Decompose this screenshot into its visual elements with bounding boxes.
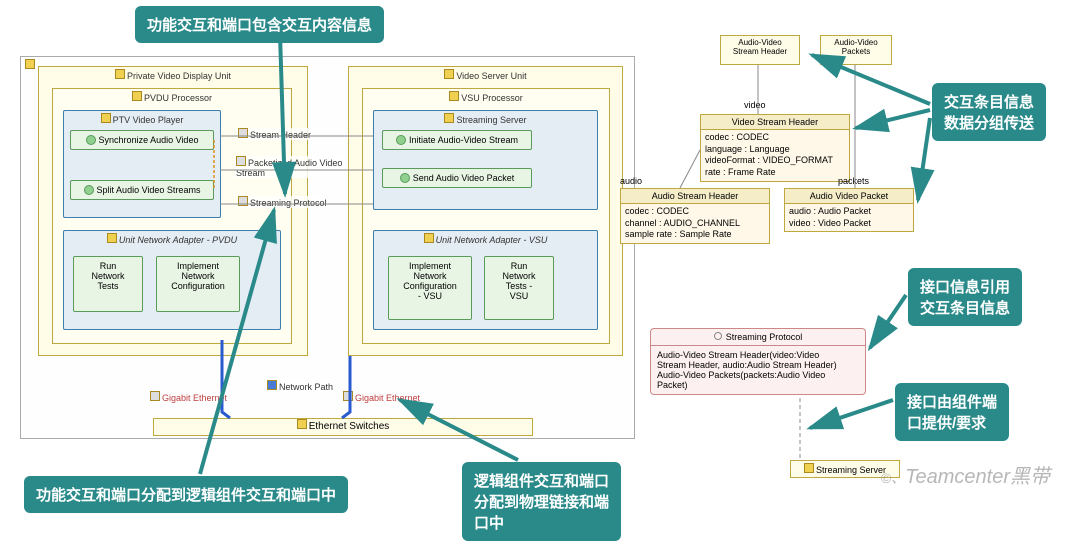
av-packets-block: Audio-Video Packets: [820, 35, 892, 65]
callout-interaction-data: 交互条目信息 数据分组传送: [932, 83, 1046, 141]
vsh-row-2: videoFormat : VIDEO_FORMAT: [705, 155, 845, 167]
vsh-row-0: codec : CODEC: [705, 132, 845, 144]
send-av-pkt: Send Audio Video Packet: [382, 168, 532, 188]
ash-row-0: codec : CODEC: [625, 206, 765, 218]
vsh-row-1: language : Language: [705, 144, 845, 156]
pav-stream-label: Packetized Audio Video Stream: [234, 156, 344, 178]
av-stream-hdr-block: Audio-Video Stream Header: [720, 35, 800, 65]
vsh-row-3: rate : Frame Rate: [705, 167, 845, 179]
run-net-tests-vsu: Run Network Tests - VSU: [484, 256, 554, 320]
vsu-title: Video Server Unit: [456, 71, 526, 81]
net-pvdu-title: Unit Network Adapter - PVDU: [119, 235, 237, 245]
watermark: ©、Teamcenter黑带: [881, 460, 1050, 489]
run-net-tests: Run Network Tests: [73, 256, 143, 312]
streaming-protocol-box: Streaming Protocol Audio-Video Stream He…: [650, 328, 866, 395]
sync-av-label: Synchronize Audio Video: [99, 135, 199, 145]
protocol-title: Streaming Protocol: [726, 332, 803, 342]
ash-title: Audio Stream Header: [652, 191, 739, 201]
init-av-stream-label: Initiate Audio-Video Stream: [409, 135, 518, 145]
streaming-server-comp: Streaming Server: [373, 110, 598, 210]
vsu-proc-title: VSU Processor: [461, 93, 523, 103]
impl-net-conf: Implement Network Configuration: [156, 256, 240, 312]
avp-title: Audio Video Packet: [810, 191, 888, 201]
ethernet-switches: Ethernet Switches: [153, 418, 533, 436]
audio-video-packet-block: Audio Video Packet audio : Audio Packet …: [784, 188, 914, 232]
video-label: video: [744, 100, 766, 110]
callout-interface-info: 接口信息引用 交互条目信息: [908, 268, 1022, 326]
avp-row-1: video : Video Packet: [789, 218, 909, 230]
stream-proto-label: Streaming Protocol: [236, 196, 329, 208]
split-av: Split Audio Video Streams: [70, 180, 214, 200]
stream-header-label: Stream Header: [236, 128, 313, 140]
gig-eth-left: Gigabit Ethernet: [150, 391, 227, 403]
send-av-pkt-label: Send Audio Video Packet: [413, 173, 514, 183]
ash-row-2: sample rate : Sample Rate: [625, 229, 765, 241]
callout-func-port-info: 功能交互和端口包含交互内容信息: [135, 6, 384, 43]
audio-label: audio: [620, 176, 642, 186]
ash-row-1: channel : AUDIO_CHANNEL: [625, 218, 765, 230]
net-path-label: Network Path: [265, 380, 335, 392]
stream-srv-title: Streaming Server: [456, 115, 526, 125]
eth-sw-label: Ethernet Switches: [309, 421, 390, 432]
pvdu-proc-title: PVDU Processor: [144, 93, 212, 103]
ptv-player-title: PTV Video Player: [113, 115, 184, 125]
net-vsu-title: Unit Network Adapter - VSU: [436, 235, 548, 245]
callout-interface-port: 接口由组件端 口提供/要求: [895, 383, 1009, 441]
packets-label: packets: [838, 176, 869, 186]
split-av-label: Split Audio Video Streams: [97, 185, 201, 195]
init-av-stream: Initiate Audio-Video Stream: [382, 130, 532, 150]
ptv-player: PTV Video Player: [63, 110, 221, 218]
callout-logical-physical: 逻辑组件交互和端口 分配到物理链接和端 口中: [462, 462, 621, 541]
callout-func-logical: 功能交互和端口分配到逻辑组件交互和端口中: [24, 476, 348, 513]
protocol-row-1: Audio-Video Packets(packets:Audio Video …: [657, 370, 859, 390]
pvdu-title: Private Video Display Unit: [127, 71, 231, 81]
video-stream-header-block: Video Stream Header codec : CODEC langua…: [700, 114, 850, 182]
protocol-row-0: Audio-Video Stream Header(video:Video St…: [657, 350, 859, 370]
audio-stream-header-block: Audio Stream Header codec : CODEC channe…: [620, 188, 770, 244]
sync-av: Synchronize Audio Video: [70, 130, 214, 150]
impl-net-conf-vsu: Implement Network Configuration - VSU: [388, 256, 472, 320]
gig-eth-right: Gigabit Ethernet: [343, 391, 420, 403]
vsh-title: Video Stream Header: [732, 117, 818, 127]
avp-row-0: audio : Audio Packet: [789, 206, 909, 218]
